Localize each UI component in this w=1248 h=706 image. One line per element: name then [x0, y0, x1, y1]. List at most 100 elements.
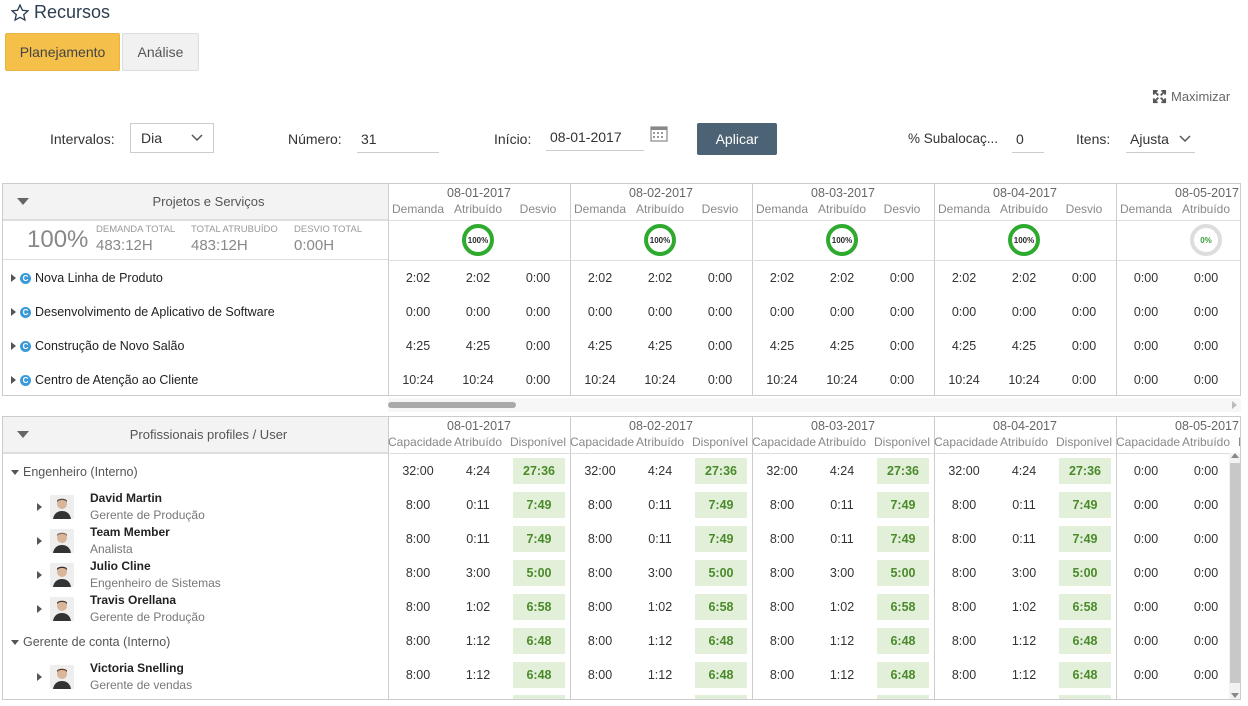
maximize-button[interactable]: Maximizar [1152, 89, 1230, 104]
person-name[interactable]: Team Member [90, 525, 170, 539]
person-row[interactable]: Team Member Analista [37, 525, 170, 556]
tab-planejamento[interactable]: Planejamento [5, 33, 120, 71]
project-row[interactable]: C Nova Linha de Produto [11, 271, 163, 285]
available-cell: 6:58 [695, 594, 747, 620]
project-name[interactable]: Centro de Atenção ao Cliente [35, 373, 198, 387]
value-cell: 2:02 [405, 271, 431, 285]
person-name[interactable]: David Martin [90, 491, 205, 505]
person-row[interactable]: David Martin Gerente de Produção [37, 491, 205, 522]
expand-icon[interactable] [37, 604, 42, 613]
value-cell: 0:00 [1071, 339, 1097, 353]
tab-analise[interactable]: Análise [122, 33, 199, 71]
calendar-icon[interactable] [650, 125, 668, 142]
project-name[interactable]: Nova Linha de Produto [35, 271, 163, 285]
scroll-down-icon[interactable] [1231, 693, 1239, 698]
value-cell: 1:12 [647, 668, 673, 682]
subalocacao-input[interactable]: 0 [1012, 125, 1044, 153]
expand-icon[interactable] [11, 274, 16, 282]
expand-icon[interactable] [37, 570, 42, 579]
items-value: Ajusta [1130, 130, 1169, 147]
value-cell: 8:00 [405, 600, 431, 614]
expand-icon[interactable] [37, 502, 42, 511]
column-header: Demanda [1119, 202, 1173, 216]
start-date-input[interactable]: 08-01-2017 [546, 123, 644, 151]
project-row[interactable]: C Centro de Atenção ao Cliente [11, 373, 198, 387]
expand-icon[interactable] [11, 342, 16, 350]
value-cell: 0:00 [829, 305, 855, 319]
column-header: Atribuído [453, 435, 503, 449]
star-icon[interactable] [10, 3, 30, 23]
value-cell: 0:00 [1133, 668, 1159, 682]
value-cell: 10:24 [948, 373, 980, 387]
value-cell: 4:24 [1011, 464, 1037, 478]
available-cell: 7:49 [1059, 492, 1111, 518]
value-cell: 4:25 [951, 339, 977, 353]
project-name[interactable]: Desenvolvimento de Aplicativo de Softwar… [35, 305, 275, 319]
person-row[interactable]: Travis Orellana Gerente de Produção [37, 593, 205, 624]
project-row[interactable]: C Desenvolvimento de Aplicativo de Softwa… [11, 305, 275, 319]
person-row[interactable]: Julio Cline Engenheiro de Sistemas [37, 559, 221, 590]
apply-button[interactable]: Aplicar [697, 123, 777, 155]
scroll-up-icon[interactable] [1231, 453, 1239, 458]
utilization-ring: 100% [1008, 224, 1040, 256]
person-name[interactable]: Travis Orellana [90, 593, 205, 607]
column-header: Atribuído [999, 202, 1049, 216]
value-cell: 0:00 [1133, 498, 1159, 512]
available-cell: 5:00 [513, 560, 565, 586]
value-cell: 1:12 [465, 668, 491, 682]
project-row[interactable]: C Construção de Novo Salão [11, 339, 184, 353]
person-name[interactable]: Victoria Snelling [90, 661, 192, 675]
vertical-scrollbar[interactable] [1229, 453, 1240, 699]
horizontal-scrollbar[interactable] [388, 398, 1241, 412]
collapse-icon[interactable] [11, 469, 19, 475]
value-cell: 0:00 [1133, 600, 1159, 614]
items-select[interactable]: Ajusta [1126, 125, 1195, 153]
value-cell: 8:00 [587, 600, 613, 614]
value-cell: 1:02 [829, 600, 855, 614]
page-title-wrap: Recursos [10, 2, 110, 23]
collapse-icon[interactable] [17, 431, 29, 438]
collapse-icon[interactable] [17, 198, 29, 205]
expand-icon[interactable] [37, 672, 42, 681]
collapse-icon[interactable] [11, 639, 19, 645]
person-name[interactable]: Julio Cline [90, 559, 221, 573]
date-header: 08-02-2017 [629, 419, 693, 433]
group-name: Engenheiro (Interno) [23, 465, 138, 479]
person-row[interactable]: Victoria Snelling Gerente de vendas [37, 661, 192, 692]
column-header: Desvio [519, 202, 557, 216]
available-cell: 6:58 [877, 594, 929, 620]
expand-icon[interactable] [11, 376, 16, 384]
expand-icon[interactable] [37, 536, 42, 545]
value-cell: 0:00 [1193, 566, 1219, 580]
person-text: Julio Cline Engenheiro de Sistemas [90, 559, 221, 590]
column-header: Desvio [883, 202, 921, 216]
available-cell: 6:48 [513, 662, 565, 688]
column-header: Capacidade [570, 435, 635, 449]
number-input[interactable]: 31 [357, 125, 439, 153]
chevron-down-icon [1179, 134, 1191, 142]
group-row[interactable]: Engenheiro (Interno) [11, 465, 138, 479]
scroll-right-icon[interactable] [1232, 401, 1237, 409]
value-cell: 0:00 [889, 339, 915, 353]
value-cell: 1:12 [1011, 634, 1037, 648]
group-row[interactable]: Gerente de conta (Interno) [11, 635, 170, 649]
value-cell: 8:00 [769, 498, 795, 512]
value-cell: 0:00 [465, 305, 491, 319]
value-cell: 8:00 [769, 566, 795, 580]
value-cell: 0:00 [889, 373, 915, 387]
demand-total-value: 483:12H [96, 237, 153, 254]
value-cell: 8:00 [587, 668, 613, 682]
value-cell: 4:24 [829, 464, 855, 478]
value-cell: 0:00 [707, 271, 733, 285]
vertical-scrollbar-thumb[interactable] [1230, 463, 1240, 683]
value-cell: 0:00 [889, 271, 915, 285]
available-cell [513, 695, 565, 699]
scrollbar-thumb[interactable] [388, 402, 516, 408]
value-cell: 2:02 [829, 271, 855, 285]
project-name[interactable]: Construção de Novo Salão [35, 339, 184, 353]
available-cell: 27:36 [695, 458, 747, 484]
value-cell: 2:02 [587, 271, 613, 285]
expand-icon[interactable] [11, 308, 16, 316]
project-type-icon: C [20, 374, 31, 386]
intervals-select[interactable]: Dia [130, 123, 214, 153]
